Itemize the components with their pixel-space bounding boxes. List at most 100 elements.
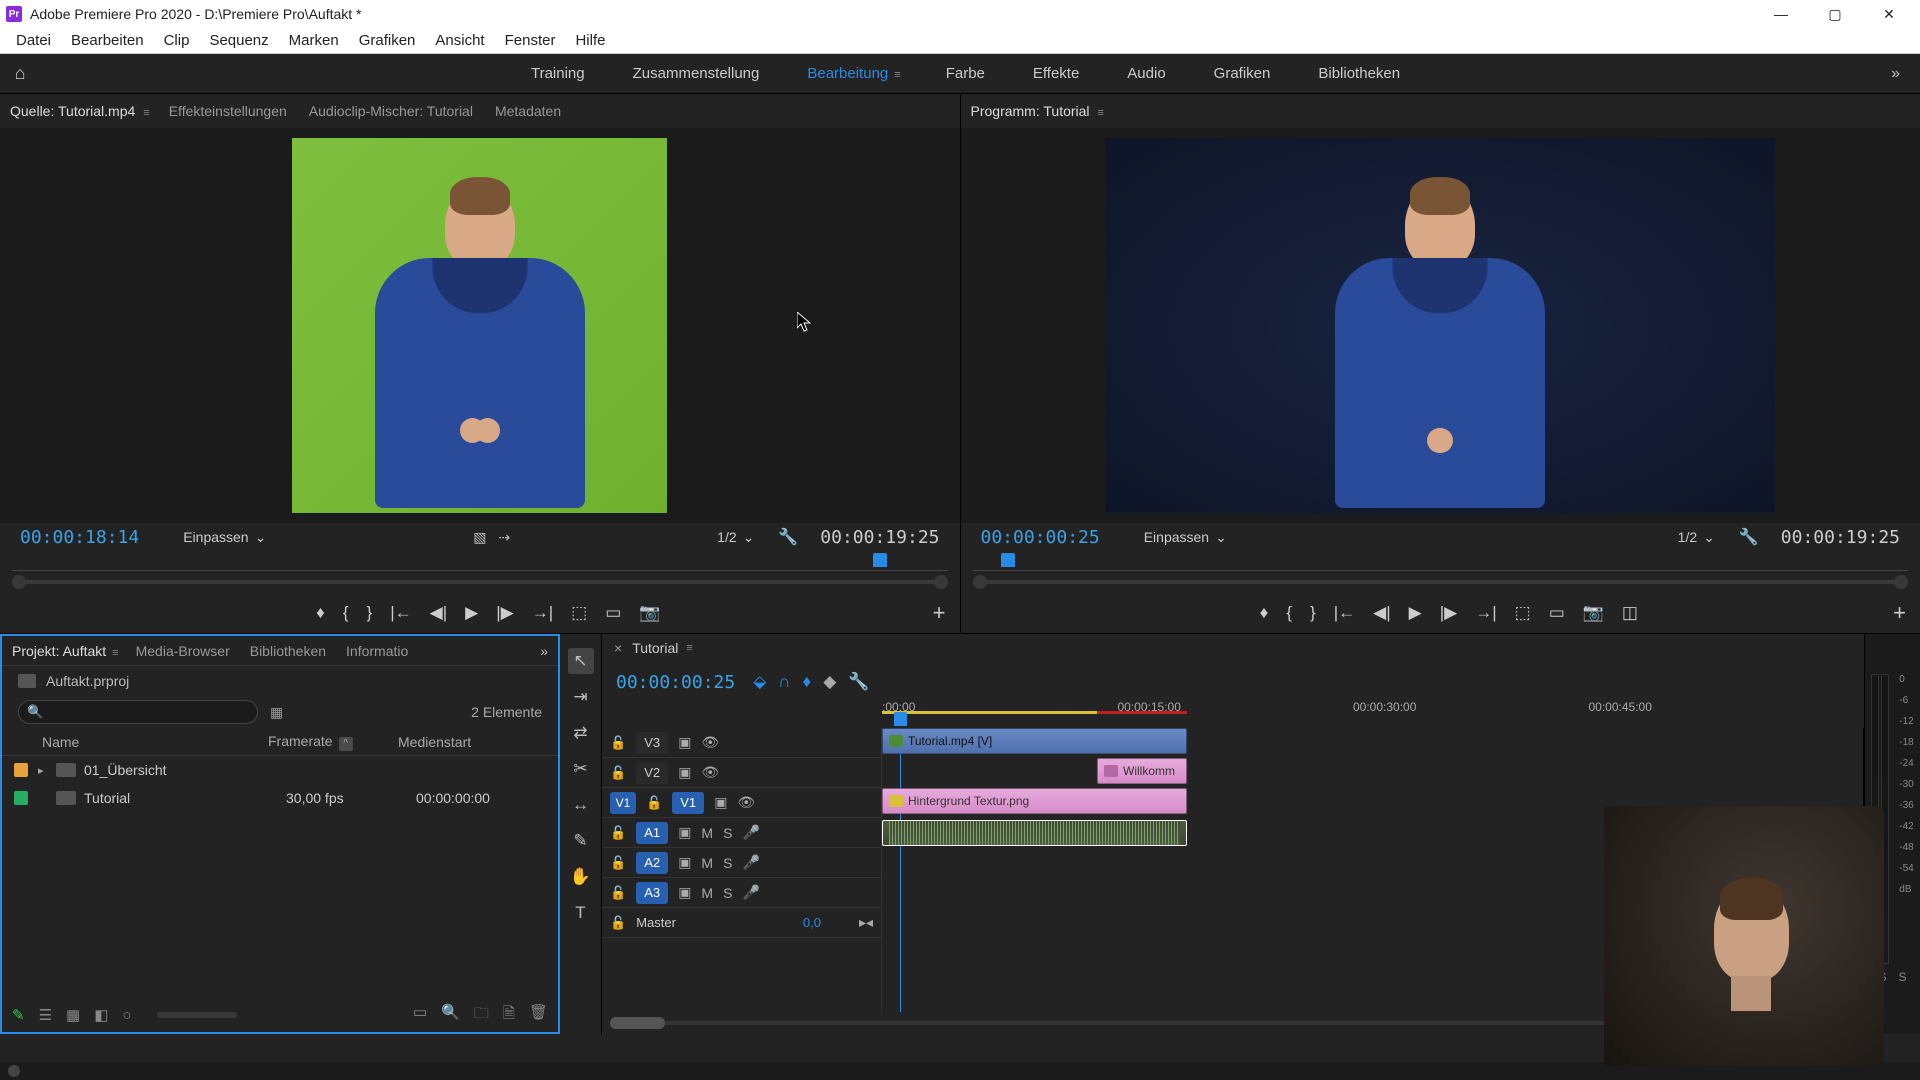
hamburger-icon[interactable]: ≡ [112,647,115,659]
ws-grafiken[interactable]: Grafiken [1214,65,1271,82]
button-editor-icon[interactable]: + [1893,600,1906,626]
toggle-output-icon[interactable]: 👁 [737,794,755,811]
ws-audio[interactable]: Audio [1127,65,1165,82]
program-zoom-scroll[interactable] [973,575,1909,589]
mark-in-icon[interactable]: { [343,603,349,623]
solo-icon[interactable]: S [723,825,732,841]
menu-marken[interactable]: Marken [279,32,349,49]
label-swatch[interactable] [14,763,28,777]
source-monitor[interactable] [0,128,960,523]
menu-sequenz[interactable]: Sequenz [199,32,278,49]
freeform-view-icon[interactable]: ◧ [94,1006,108,1024]
tab-source[interactable]: Quelle: Tutorial.mp4≡ [10,103,147,119]
slip-tool-icon[interactable]: ↔ [568,792,594,818]
tab-audio-mixer[interactable]: Audioclip-Mischer: Tutorial [309,103,473,119]
find-icon[interactable]: 🔍 [441,1003,460,1028]
ws-effekte[interactable]: Effekte [1033,65,1079,82]
voice-over-icon[interactable]: 🎤 [742,884,759,901]
workspace-overflow-icon[interactable]: » [1891,65,1920,83]
timeline-playhead[interactable] [900,728,901,1012]
ws-training[interactable]: Training [531,65,585,82]
menu-grafiken[interactable]: Grafiken [349,32,426,49]
expand-icon[interactable]: ▸◂ [859,914,873,931]
solo-icon[interactable]: S [723,855,732,871]
toggle-output-icon[interactable]: 👁 [701,764,719,781]
menu-fenster[interactable]: Fenster [495,32,566,49]
lock-icon[interactable]: 🔓 [610,825,626,841]
export-frame-icon[interactable]: 📷 [639,603,660,623]
ws-bearbeitung[interactable]: Bearbeitung≡ [807,65,897,82]
tabs-overflow-icon[interactable]: » [540,643,548,659]
disclosure-triangle-icon[interactable]: ▸ [38,764,50,777]
timeline-timecode[interactable]: 00:00:00:25 [616,672,735,693]
program-res-select[interactable]: 1/2 ⌄ [1678,529,1715,546]
go-to-in-icon[interactable]: |← [1334,603,1355,623]
lock-icon[interactable]: 🔓 [610,855,626,871]
col-name[interactable]: Name [18,734,268,750]
clip-audio[interactable] [882,820,1187,846]
track-header-master[interactable]: 🔓Master0,0▸◂ [602,908,881,938]
project-columns-header[interactable]: Name Framerate^ Medienstart [2,728,558,756]
step-forward-icon[interactable]: |▶ [1440,603,1458,623]
source-timecode[interactable]: 00:00:18:14 [20,527,139,548]
comparison-view-icon[interactable]: ◫ [1622,603,1638,623]
new-bin-preview-icon[interactable]: ▦ [270,704,283,721]
col-mediastart[interactable]: Medienstart [398,734,528,750]
project-search[interactable]: 🔍 [18,700,258,724]
sync-lock-icon[interactable]: ▣ [678,734,691,751]
tab-program[interactable]: Programm: Tutorial≡ [971,103,1101,119]
ws-farbe[interactable]: Farbe [946,65,985,82]
col-framerate[interactable]: Framerate^ [268,733,398,751]
voice-over-icon[interactable]: 🎤 [742,854,759,871]
track-header-a3[interactable]: 🔓A3▣MS🎤 [602,878,881,908]
snap-icon[interactable]: ⬙ [753,672,766,692]
new-bin-icon[interactable]: 🗀 [474,1003,489,1028]
program-time-ruler[interactable] [973,551,1909,571]
button-editor-icon[interactable]: + [933,600,946,626]
tab-project[interactable]: Projekt: Auftakt≡ [12,643,116,659]
source-patch-v1[interactable]: V1 [610,792,636,814]
step-back-icon[interactable]: ◀| [1373,603,1391,623]
icon-view-icon[interactable]: ▦ [66,1006,80,1024]
mute-icon[interactable]: M [701,825,713,841]
trash-icon[interactable]: 🗑 [529,1003,548,1028]
lock-icon[interactable]: 🔓 [610,765,626,781]
clip-graphic[interactable]: Willkomm [1097,758,1187,784]
asset-row[interactable]: Tutorial 30,00 fps 00:00:00:00 [2,784,558,812]
pencil-icon[interactable]: ✎ [12,1006,25,1024]
insert-icon[interactable]: ⬚ [571,603,587,623]
track-select-tool-icon[interactable]: ⇥ [568,684,594,710]
menu-clip[interactable]: Clip [154,32,200,49]
extract-icon[interactable]: ▭ [1549,603,1565,623]
selection-tool-icon[interactable]: ↖ [568,648,594,674]
thumb-size-slider[interactable] [157,1012,237,1018]
clip-image[interactable]: Hintergrund Textur.png [882,788,1187,814]
play-icon[interactable]: ▶ [1409,603,1422,623]
menu-datei[interactable]: Datei [6,32,61,49]
zoom-slider-handle[interactable]: ○ [122,1007,131,1024]
add-marker-icon[interactable]: ♦ [316,603,325,623]
play-icon[interactable]: ▶ [465,603,478,623]
export-frame-icon[interactable]: 📷 [1583,603,1604,623]
wrench-icon[interactable]: 🔧 [778,527,798,547]
maximize-button[interactable]: ▢ [1820,4,1850,24]
home-icon[interactable]: ⌂ [0,63,40,84]
sequence-tab[interactable]: Tutorial [632,640,678,656]
menu-hilfe[interactable]: Hilfe [565,32,615,49]
linked-selection-icon[interactable]: ∩ [778,672,790,692]
step-back-icon[interactable]: ◀| [430,603,448,623]
solo-icon[interactable]: S [723,885,732,901]
sync-lock-icon[interactable]: ▣ [678,764,691,781]
track-header-v1[interactable]: V1🔓V1▣👁 [602,788,881,818]
program-playhead[interactable] [1001,553,1015,567]
minimize-button[interactable]: — [1766,4,1796,24]
mark-out-icon[interactable]: } [1310,603,1316,623]
fx-badge-icon[interactable] [889,795,903,807]
clip-video[interactable]: Tutorial.mp4 [V] [882,728,1187,754]
type-tool-icon[interactable]: T [568,900,594,926]
program-zoom-select[interactable]: Einpassen ⌄ [1144,529,1227,546]
sync-lock-icon[interactable]: ▣ [714,794,727,811]
hamburger-icon[interactable]: ≡ [143,107,146,119]
mute-icon[interactable]: M [701,855,713,871]
menu-ansicht[interactable]: Ansicht [425,32,494,49]
